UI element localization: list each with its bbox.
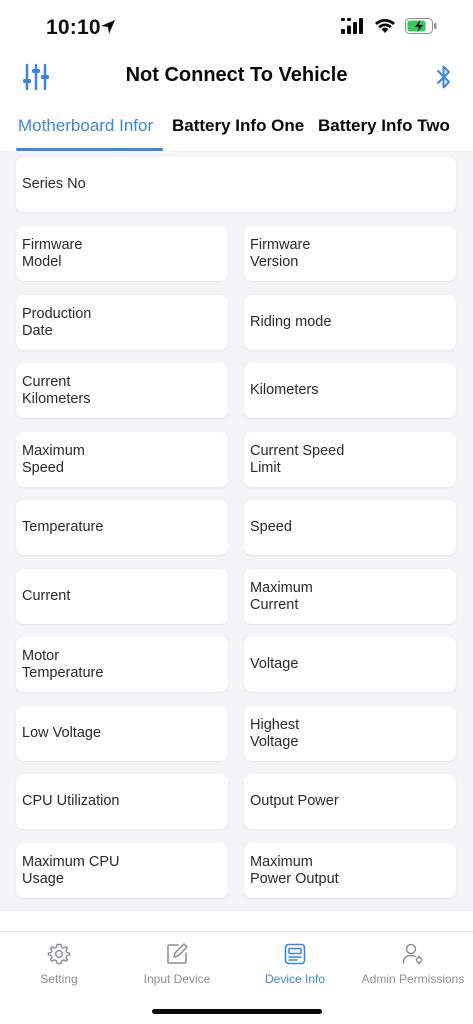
temperature-label: Temperature	[22, 519, 104, 535]
page-title: Not Connect To Vehicle	[125, 64, 348, 86]
tabbar-label-device-info: Device Info	[264, 972, 326, 986]
current-kilometers-label: Current Kilometers	[22, 373, 91, 407]
current-card: Current	[16, 569, 228, 624]
speed-card: Speed	[244, 500, 456, 555]
kilometers-card: Kilometers	[244, 363, 456, 418]
maximum-speed-label: Maximum Speed	[22, 442, 85, 476]
status-indicators	[341, 18, 437, 34]
riding-mode-card: Riding mode	[244, 295, 456, 350]
series-no-card: Series No	[16, 157, 456, 212]
tabbar-item-admin-permissions[interactable]: Admin Permissions	[354, 932, 472, 1002]
maximum-cpu-usage-card: Maximum CPU Usage	[16, 843, 228, 898]
kilometers-label: Kilometers	[250, 382, 319, 398]
maximum-speed-card: Maximum Speed	[16, 432, 228, 487]
motor-temperature-label: Motor Temperature	[22, 647, 104, 681]
current-speed-limit-label: Current Speed Limit	[250, 442, 345, 476]
cpu-utilization-card: CPU Utilization	[16, 774, 228, 829]
maximum-current-label: Maximum Current	[250, 579, 313, 613]
tabbar-item-input-device[interactable]: Input Device	[118, 932, 236, 1002]
tab-battery-info-one[interactable]: Battery Info One	[172, 116, 304, 136]
current-label: Current	[22, 588, 71, 604]
cellular-signal-icon	[341, 18, 363, 34]
tabbar-label-admin-permissions: Admin Permissions	[361, 972, 465, 986]
production-date-card: Production Date	[16, 295, 228, 350]
firmware-model-card: Firmware Model	[16, 226, 228, 281]
tabbar-label-setting: Setting	[40, 972, 78, 986]
edit-icon	[167, 943, 188, 964]
maximum-power-output-card: Maximum Power Output	[244, 843, 456, 898]
voltage-card: Voltage	[244, 637, 456, 692]
current-kilometers-card: Current Kilometers	[16, 363, 228, 418]
low-voltage-card: Low Voltage	[16, 706, 228, 761]
nav-header: Not Connect To Vehicle	[0, 56, 473, 100]
tab-motherboard-info[interactable]: Motherboard Infor	[18, 116, 153, 136]
tabbar-item-setting[interactable]: Setting	[0, 932, 118, 1002]
highest-voltage-card: Highest Voltage	[244, 706, 456, 761]
series-no-label: Series No	[22, 176, 86, 192]
maximum-cpu-usage-label: Maximum CPU Usage	[22, 853, 120, 887]
current-speed-limit-card: Current Speed Limit	[244, 432, 456, 487]
gear-icon	[47, 943, 71, 965]
maximum-power-output-label: Maximum Power Output	[250, 853, 339, 887]
motherboard-info-panel: Series No Firmware Model Firmware Versio…	[0, 151, 473, 911]
firmware-model-label: Firmware Model	[22, 236, 83, 270]
output-power-label: Output Power	[250, 793, 339, 809]
home-indicator[interactable]	[152, 1009, 322, 1014]
motor-temperature-card: Motor Temperature	[16, 637, 228, 692]
tab-battery-info-two[interactable]: Battery Info Two	[318, 116, 450, 136]
wifi-icon	[375, 19, 395, 33]
highest-voltage-label: Highest Voltage	[250, 716, 300, 750]
speed-label: Speed	[250, 519, 292, 535]
cpu-utilization-label: CPU Utilization	[22, 793, 120, 809]
riding-mode-label: Riding mode	[250, 314, 332, 330]
bluetooth-icon[interactable]	[435, 64, 453, 90]
firmware-version-card: Firmware Version	[244, 226, 456, 281]
status-bar: 10:10	[0, 0, 473, 56]
admin-user-icon	[402, 943, 423, 965]
output-power-card: Output Power	[244, 774, 456, 829]
production-date-label: Production Date	[22, 305, 92, 339]
tabbar-label-input-device: Input Device	[143, 972, 211, 986]
device-info-icon	[284, 943, 306, 965]
voltage-label: Voltage	[250, 656, 299, 672]
firmware-version-label: Firmware Version	[250, 236, 311, 270]
segment-tabs: Motherboard Infor Battery Info One Batte…	[0, 108, 473, 154]
battery-charging-icon	[405, 18, 437, 34]
status-time: 10:10	[46, 16, 101, 39]
maximum-current-card: Maximum Current	[244, 569, 456, 624]
tabbar-item-device-info[interactable]: Device Info	[236, 932, 354, 1002]
low-voltage-label: Low Voltage	[22, 725, 102, 741]
location-arrow-icon	[101, 20, 115, 34]
temperature-card: Temperature	[16, 500, 228, 555]
